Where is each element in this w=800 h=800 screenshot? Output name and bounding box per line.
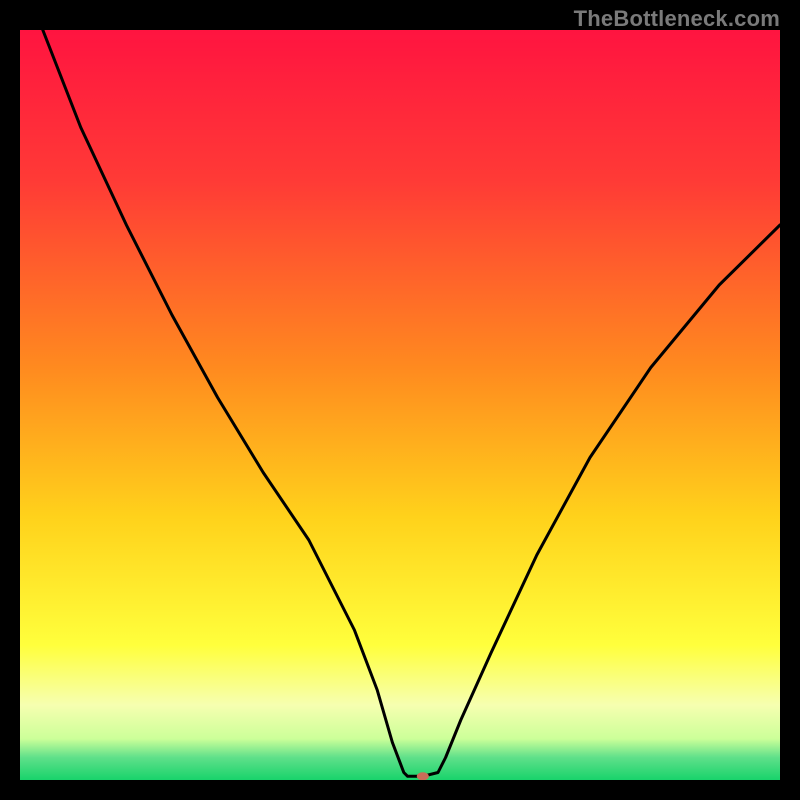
chart-svg [20,30,780,780]
bottleneck-marker [417,772,429,780]
plot-background [20,30,780,780]
chart-area [20,30,780,780]
watermark-text: TheBottleneck.com [574,6,780,32]
